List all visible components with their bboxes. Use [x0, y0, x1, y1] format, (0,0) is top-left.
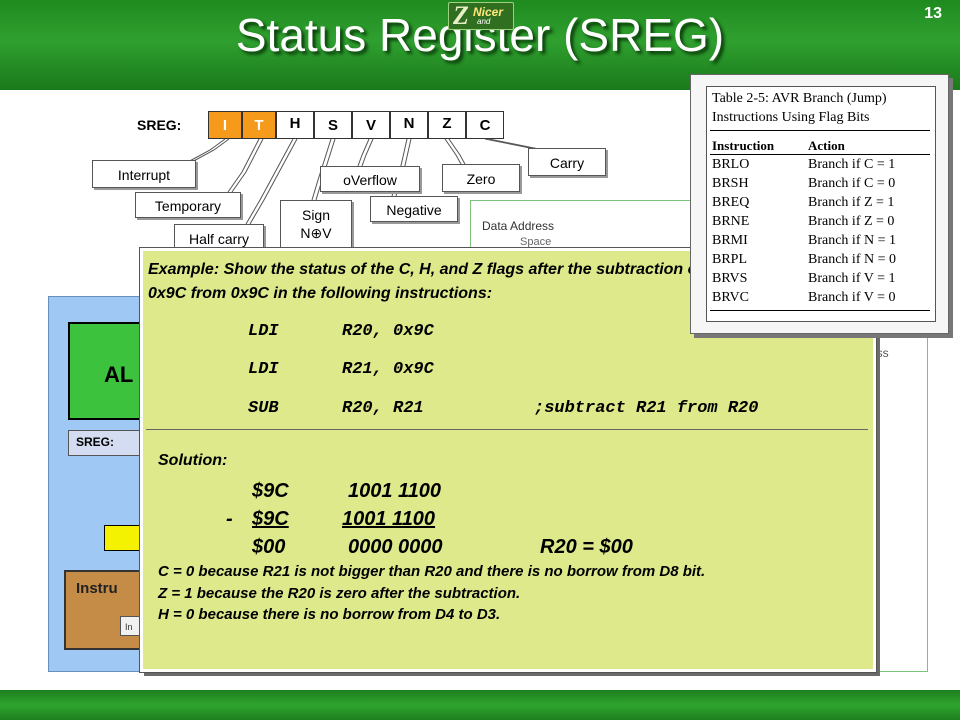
data-space-subtitle: Space — [520, 236, 552, 248]
instruction-label: Instru — [76, 580, 118, 597]
table-header-action: Action — [808, 138, 845, 153]
code-line-2-op: LDI — [248, 360, 279, 379]
example-intro: Example: Show the status of the C, H, an… — [148, 261, 703, 302]
callout-sign: Sign N⊕V — [280, 200, 352, 248]
table-row-3-action: Branch if Z = 1 — [808, 195, 895, 210]
table-row-7-action: Branch if V = 1 — [808, 271, 896, 286]
table-row-4-action: Branch if Z = 0 — [808, 214, 895, 229]
calc-result: R20 = $00 — [540, 536, 633, 558]
callout-sign-formula: N⊕V — [300, 225, 332, 241]
callout-half-carry: Half carry — [174, 224, 264, 248]
callout-carry: Carry — [528, 148, 606, 176]
table-row-7-instruction: BRVS — [712, 271, 748, 286]
panel-divider — [146, 429, 868, 430]
code-line-3-op: SUB — [248, 399, 279, 418]
logo-icon: Z Nicer and — [448, 1, 514, 30]
table-rule-bottom — [710, 310, 930, 311]
calc-row3-hex: $00 — [252, 536, 286, 558]
table-row-8-action: Branch if V = 0 — [808, 290, 896, 305]
callout-negative: Negative — [370, 196, 458, 222]
table-row-2-instruction: BRSH — [712, 176, 749, 191]
table-row-2-action: Branch if C = 0 — [808, 176, 896, 191]
table-title-line2: Instructions Using Flag Bits — [712, 110, 870, 125]
footer-bar — [0, 690, 960, 720]
callout-overflow: oVerflow — [320, 166, 420, 192]
table-row-1-action: Branch if C = 1 — [808, 157, 896, 172]
callout-sign-label: Sign — [301, 207, 331, 223]
table-rule-header — [710, 154, 930, 155]
sreg-register-label: SREG: — [76, 435, 115, 449]
calc-row2-bin: 1001 1100 — [342, 508, 436, 530]
calc-row1-bin: 1001 1100 — [348, 480, 442, 502]
table-row-1-instruction: BRLO — [712, 157, 750, 172]
solution-label: Solution: — [158, 452, 228, 469]
code-line-1-op: LDI — [248, 322, 279, 341]
code-line-1-args: R20, 0x9C — [342, 322, 434, 341]
callout-temporary: Temporary — [135, 192, 241, 218]
table-row-4-instruction: BRNE — [712, 214, 750, 229]
calc-row2-hex: $9C — [252, 508, 289, 530]
table-row-3-instruction: BREQ — [712, 195, 750, 210]
table-row-6-action: Branch if N = 0 — [808, 252, 896, 267]
callout-zero: Zero — [442, 164, 520, 192]
note-zero: Z = 1 because the R20 is zero after the … — [158, 585, 521, 602]
note-carry: C = 0 because R21 is not bigger than R20… — [158, 563, 706, 580]
callout-interrupt: Interrupt — [92, 160, 196, 188]
table-row-6-instruction: BRPL — [712, 252, 748, 267]
page-number: 13 — [924, 5, 942, 22]
table-row-5-instruction: BRMI — [712, 233, 748, 248]
calc-row3-bin: 0000 0000 — [348, 536, 443, 558]
code-line-3-comment: ;subtract R21 from R20 — [534, 399, 759, 418]
code-line-3-args: R20, R21 — [342, 399, 424, 418]
table-header-instruction: Instruction — [712, 138, 775, 153]
table-row-5-action: Branch if N = 1 — [808, 233, 896, 248]
calc-row1-hex: $9C — [252, 480, 289, 502]
table-row-8-instruction: BRVC — [712, 290, 750, 305]
calc-minus: - — [226, 508, 233, 530]
data-space-title: Data Address — [482, 219, 555, 233]
code-line-2-args: R21, 0x9C — [342, 360, 434, 379]
register-box — [104, 525, 144, 551]
table-rule-top — [710, 130, 930, 131]
note-half-carry: H = 0 because there is no borrow from D4… — [158, 606, 501, 623]
alu-label: AL — [104, 362, 134, 387]
table-title-line1: Table 2-5: AVR Branch (Jump) — [712, 91, 887, 106]
